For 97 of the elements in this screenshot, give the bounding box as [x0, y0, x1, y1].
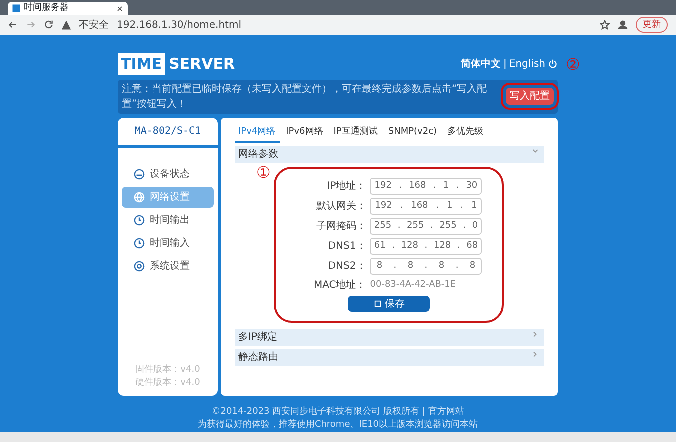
mac-value: 00-83-4A-42-AB-1E — [370, 278, 458, 292]
dot-separator: . — [399, 180, 402, 193]
globe-icon — [134, 192, 145, 202]
clock-icon — [134, 238, 145, 248]
tab[interactable]: 多优先级 — [444, 124, 488, 143]
sidebar-item[interactable]: 系统设置 — [122, 256, 214, 276]
octet-value: 255 — [374, 220, 392, 233]
field-label: IP地址： — [326, 180, 366, 194]
sidebar-item[interactable]: 时间输出 — [122, 210, 214, 230]
octet-value: 128 — [434, 240, 452, 253]
update-button[interactable]: 更新 — [636, 17, 668, 33]
language-link[interactable]: English — [509, 56, 546, 72]
octet-value: 255 — [407, 220, 424, 233]
field-label: DNS1： — [327, 240, 366, 254]
footer-text: 为获得最好的体验，推荐使用Chrome、IE10以上版本浏览器访问本站 — [198, 419, 478, 432]
octet-value: 8 — [438, 260, 445, 273]
octet-value: 128 — [401, 240, 418, 253]
octet-value: 8 — [470, 260, 476, 273]
dot-separator: . — [398, 220, 401, 233]
dot-separator: . — [457, 240, 460, 253]
octet-value: 192 — [374, 180, 392, 193]
octet-value: 168 — [411, 200, 428, 213]
section-header[interactable]: 静态路由 — [234, 349, 544, 366]
model-name: MA-802/S-C1 — [118, 118, 218, 148]
dot-separator: . — [460, 200, 464, 213]
section-header[interactable]: 多IP绑定 — [234, 329, 544, 346]
annotation-number: ① — [256, 165, 271, 181]
tab[interactable]: IPv6网络 — [282, 124, 328, 143]
octet-value: 168 — [409, 180, 426, 193]
gauge-icon — [134, 168, 145, 180]
clock-icon — [134, 214, 145, 226]
section-title: 网络参数 — [238, 148, 278, 162]
power-icon — [548, 59, 558, 69]
warning-icon — [62, 20, 71, 30]
dot-separator: . — [436, 200, 440, 213]
ip-field[interactable]: 192 . 168 . 1 . 30 — [370, 178, 482, 195]
back-icon — [8, 20, 18, 30]
version-text: 硬件版本：v4.0 — [134, 377, 202, 390]
logo-text: TIME — [118, 52, 165, 76]
profile-icon — [618, 20, 628, 30]
gear-icon — [134, 260, 145, 272]
ip-field[interactable]: 8 . 8 . 8 . 8 — [370, 258, 482, 275]
notice-text: 注意：当前配置已临时保存（未写入配置文件），可在最终完成参数后点击“写入配置”按钮写入！ — [122, 82, 488, 112]
octet-value: 61 — [374, 240, 386, 253]
dot-separator: . — [433, 180, 436, 193]
security-label: 不安全 — [79, 18, 109, 32]
field-label: MAC地址： — [312, 278, 366, 293]
ip-field[interactable]: 61 . 128 . 128 . 68 — [370, 238, 482, 255]
field-label: 默认网关： — [315, 200, 366, 214]
language-link[interactable]: 简体中文 — [461, 56, 502, 72]
octet-value: 255 — [440, 220, 457, 233]
dot-separator: . — [456, 180, 460, 193]
octet-value: 0 — [472, 220, 478, 233]
tab[interactable]: IP互通测试 — [330, 124, 382, 143]
octet-value: 68 — [466, 240, 478, 253]
octet-value: 8 — [408, 260, 414, 273]
section-title: 多IP绑定 — [238, 330, 278, 345]
close-icon — [116, 4, 124, 12]
url-field[interactable]: 192.168.1.30/home.html — [117, 18, 592, 32]
dot-separator: . — [392, 240, 396, 253]
save-button[interactable]: 保存 — [348, 296, 430, 312]
version-text: 固件版本：v4.0 — [134, 364, 202, 376]
browser-tab[interactable]: 时间服务器 — [8, 2, 128, 15]
dot-separator: . — [424, 240, 428, 253]
octet-value: 1 — [447, 200, 453, 213]
section-header[interactable]: 网络参数 — [234, 146, 544, 163]
write-config-button[interactable]: 写入配置 — [506, 88, 554, 105]
reload-icon — [44, 20, 54, 30]
octet-value: 8 — [376, 260, 383, 273]
tab-title: 时间服务器 — [24, 2, 70, 15]
star-icon — [600, 20, 610, 30]
octet-value: 30 — [466, 180, 478, 193]
sidebar-item[interactable]: 设备状态 — [122, 164, 214, 184]
logo-text: SERVER — [169, 54, 236, 75]
dot-separator: . — [463, 220, 466, 233]
separator: | — [504, 58, 507, 72]
dot-separator: . — [400, 200, 404, 213]
ip-field[interactable]: 192 . 168 . 1 . 1 — [370, 198, 482, 215]
forward-icon — [26, 20, 36, 30]
dot-separator: . — [430, 220, 434, 233]
save-icon — [374, 300, 382, 308]
tab[interactable]: IPv4网络 — [234, 124, 280, 143]
dot-separator: . — [456, 260, 459, 273]
ip-field[interactable]: 255 . 255 . 255 . 0 — [370, 218, 482, 235]
dot-separator: . — [424, 260, 428, 273]
page-icon — [12, 4, 21, 13]
annotation-number: ② — [566, 57, 580, 73]
section-title: 静态路由 — [238, 350, 278, 365]
tab[interactable]: SNMP(v2c) — [384, 124, 442, 143]
octet-value: 1 — [471, 200, 478, 213]
footer-text: ©2014-2023 西安同步电子科技有限公司 版权所有 | 官方网站 — [210, 406, 466, 418]
octet-value: 192 — [375, 200, 392, 213]
dot-separator: . — [394, 260, 397, 273]
field-label: 子网掩码： — [315, 220, 366, 234]
sidebar-item[interactable]: 时间输入 — [122, 232, 214, 254]
octet-value: 1 — [443, 180, 450, 193]
field-label: DNS2： — [327, 260, 366, 274]
